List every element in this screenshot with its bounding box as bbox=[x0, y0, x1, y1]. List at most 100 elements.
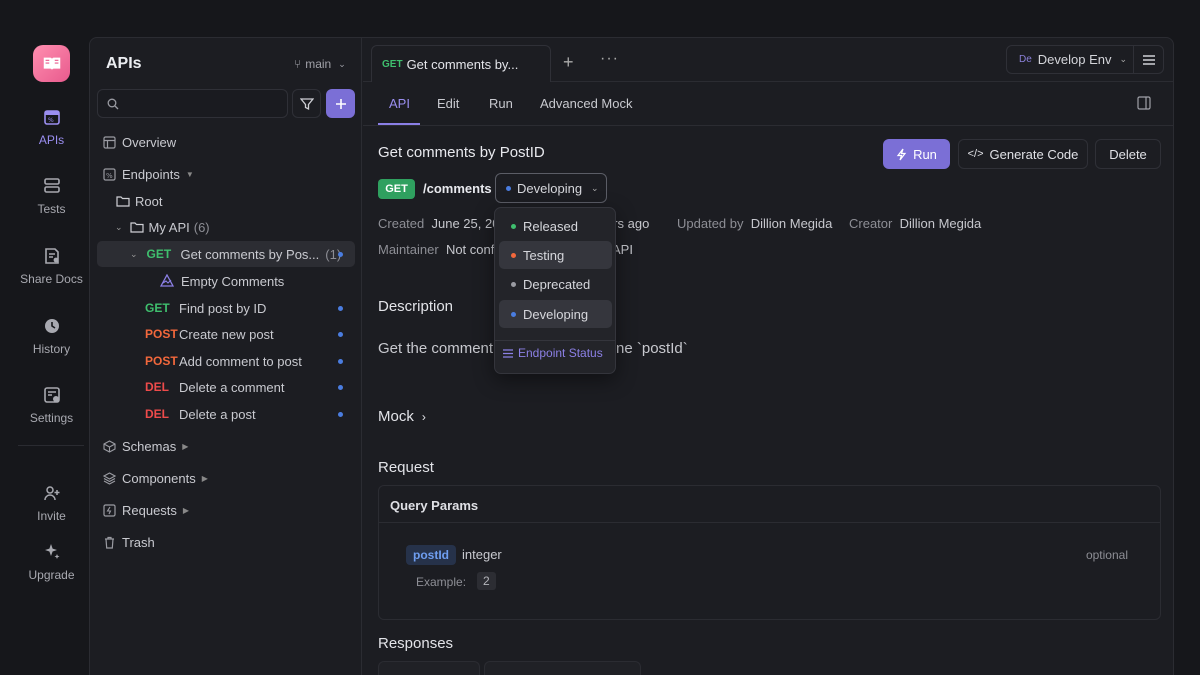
sidebar-search[interactable] bbox=[97, 89, 288, 118]
mock-case-icon bbox=[159, 273, 175, 289]
tab-edit[interactable]: Edit bbox=[437, 96, 459, 111]
document-tabbar: GET Get comments by... + ··· De Develop … bbox=[363, 38, 1173, 82]
workspace-panel: APIs ⑂ main ⌄ Overview % Endpoints ▼ Roo… bbox=[89, 37, 1174, 675]
query-params-card: Query Params postId integer optional Exa… bbox=[378, 485, 1161, 620]
method-badge: GET bbox=[146, 247, 172, 261]
sidebar-toggle-icon[interactable] bbox=[1137, 96, 1151, 113]
app-logo[interactable] bbox=[33, 45, 70, 82]
tree-item-root[interactable]: Root bbox=[97, 188, 355, 214]
tab-run[interactable]: Run bbox=[489, 96, 513, 111]
folder-open-icon bbox=[129, 219, 145, 235]
description-text-end: ne `postId` bbox=[616, 340, 688, 357]
tab-api[interactable]: API bbox=[389, 96, 410, 111]
rail-item-settings[interactable]: Settings bbox=[0, 384, 103, 425]
delete-button[interactable]: Delete bbox=[1095, 139, 1161, 169]
tree-item-trash[interactable]: Trash bbox=[97, 529, 355, 555]
tab-method: GET bbox=[382, 58, 403, 70]
endpoint-status-settings[interactable]: Endpoint Status bbox=[503, 346, 603, 360]
mock-section-toggle[interactable]: Mock › bbox=[378, 408, 426, 425]
option-label: Developing bbox=[523, 306, 589, 322]
meta-key: Creator bbox=[849, 216, 893, 231]
branch-icon: ⑂ bbox=[294, 57, 302, 71]
meta-key: Updated by bbox=[677, 216, 744, 231]
tree-item-schemas[interactable]: Schemas ▶ bbox=[97, 433, 355, 459]
upgrade-icon bbox=[41, 541, 63, 563]
status-dot bbox=[338, 305, 343, 311]
created-meta: Created June 25, 20 bbox=[378, 216, 499, 231]
endpoint-row[interactable]: ⌄ GET Get comments by Pos... (1) bbox=[97, 241, 355, 267]
meta-key: Maintainer bbox=[378, 242, 439, 257]
cube-icon bbox=[101, 438, 117, 454]
hamburger-icon bbox=[1142, 54, 1155, 65]
rail-item-invite[interactable]: Invite bbox=[0, 482, 103, 523]
rail-label: Settings bbox=[29, 411, 74, 425]
status-dot bbox=[338, 384, 343, 390]
endpoint-row[interactable]: DEL Delete a comment bbox=[97, 374, 355, 400]
chevron-down-icon: ⌄ bbox=[130, 248, 138, 259]
dropdown-divider bbox=[495, 340, 615, 341]
environment-selector[interactable]: De Develop Env ⌄ bbox=[1006, 45, 1134, 74]
tree-item-overview[interactable]: Overview bbox=[97, 129, 355, 155]
chevron-down-icon: ⌄ bbox=[338, 58, 346, 69]
method-badge: DEL bbox=[145, 407, 169, 421]
status-option-developing[interactable]: Developing bbox=[499, 300, 612, 328]
rail-item-share-docs[interactable]: Share Docs bbox=[0, 245, 103, 286]
response-tab[interactable] bbox=[484, 661, 641, 675]
endpoint-row[interactable]: POST Add comment to post bbox=[97, 348, 355, 374]
tree-label: Root bbox=[135, 193, 163, 209]
rail-item-apis[interactable]: % APIs bbox=[0, 106, 103, 147]
rail-label: Upgrade bbox=[28, 568, 75, 582]
generate-code-button[interactable]: </> Generate Code bbox=[958, 139, 1088, 169]
description-heading: Description bbox=[378, 298, 454, 315]
env-badge: De bbox=[1019, 54, 1032, 65]
rail-item-upgrade[interactable]: Upgrade bbox=[0, 541, 103, 582]
tab-advanced-mock[interactable]: Advanced Mock bbox=[540, 96, 633, 111]
option-label: Deprecated bbox=[523, 276, 591, 292]
status-dot bbox=[511, 252, 516, 258]
rail-item-tests[interactable]: Tests bbox=[0, 175, 103, 216]
list-icon bbox=[503, 348, 513, 358]
response-tab[interactable] bbox=[378, 661, 480, 675]
endpoint-name: Add comment to post bbox=[179, 353, 302, 369]
tree-label: Schemas bbox=[122, 438, 177, 454]
run-label: Run bbox=[913, 146, 937, 162]
rail-label: Tests bbox=[37, 202, 66, 216]
filter-button[interactable] bbox=[292, 89, 321, 118]
status-option-deprecated[interactable]: Deprecated bbox=[499, 270, 612, 298]
trash-icon bbox=[101, 534, 117, 550]
branch-selector[interactable]: ⑂ main ⌄ bbox=[294, 57, 346, 71]
env-menu-button[interactable] bbox=[1134, 45, 1164, 74]
search-input[interactable] bbox=[125, 96, 275, 111]
rail-item-history[interactable]: History bbox=[0, 315, 103, 356]
run-button[interactable]: Run bbox=[883, 139, 950, 169]
status-option-testing[interactable]: Testing bbox=[499, 241, 612, 269]
status-option-released[interactable]: Released bbox=[499, 212, 612, 240]
option-label: Testing bbox=[523, 247, 565, 263]
updated-meta: Updated by Dillion Megida bbox=[677, 216, 832, 231]
invite-icon bbox=[41, 482, 63, 504]
app-rail: % APIs Tests Share Docs History Settings… bbox=[0, 0, 90, 675]
folder-icon bbox=[115, 193, 131, 209]
status-dot bbox=[338, 331, 343, 337]
more-icon[interactable]: ··· bbox=[600, 50, 619, 68]
option-label: Released bbox=[523, 218, 578, 234]
endpoint-row[interactable]: POST Create new post bbox=[97, 321, 355, 347]
param-optional: optional bbox=[1085, 548, 1128, 562]
status-selector[interactable]: Developing ⌄ bbox=[495, 173, 607, 203]
endpoint-row[interactable]: DEL Delete a post bbox=[97, 401, 355, 427]
caret-icon: ▼ bbox=[185, 169, 194, 179]
rail-label: Invite bbox=[37, 509, 66, 523]
doc-tab-active[interactable]: GET Get comments by... bbox=[371, 45, 551, 82]
tree-item-my-api[interactable]: ⌄ My API (6) bbox=[97, 214, 355, 240]
new-tab-icon[interactable]: + bbox=[563, 52, 574, 73]
endpoint-row[interactable]: GET Find post by ID bbox=[97, 295, 355, 321]
mock-case-row[interactable]: Empty Comments bbox=[97, 268, 355, 294]
chevron-down-icon: ⌄ bbox=[591, 182, 599, 193]
add-button[interactable] bbox=[326, 89, 355, 118]
caret-icon: ▶ bbox=[201, 473, 208, 483]
tree-item-requests[interactable]: Requests ▶ bbox=[97, 497, 355, 523]
rail-label: Share Docs bbox=[20, 272, 83, 286]
tree-item-endpoints[interactable]: % Endpoints ▼ bbox=[97, 161, 355, 187]
endpoint-name: Find post by ID bbox=[179, 300, 267, 316]
tree-item-components[interactable]: Components ▶ bbox=[97, 465, 355, 491]
